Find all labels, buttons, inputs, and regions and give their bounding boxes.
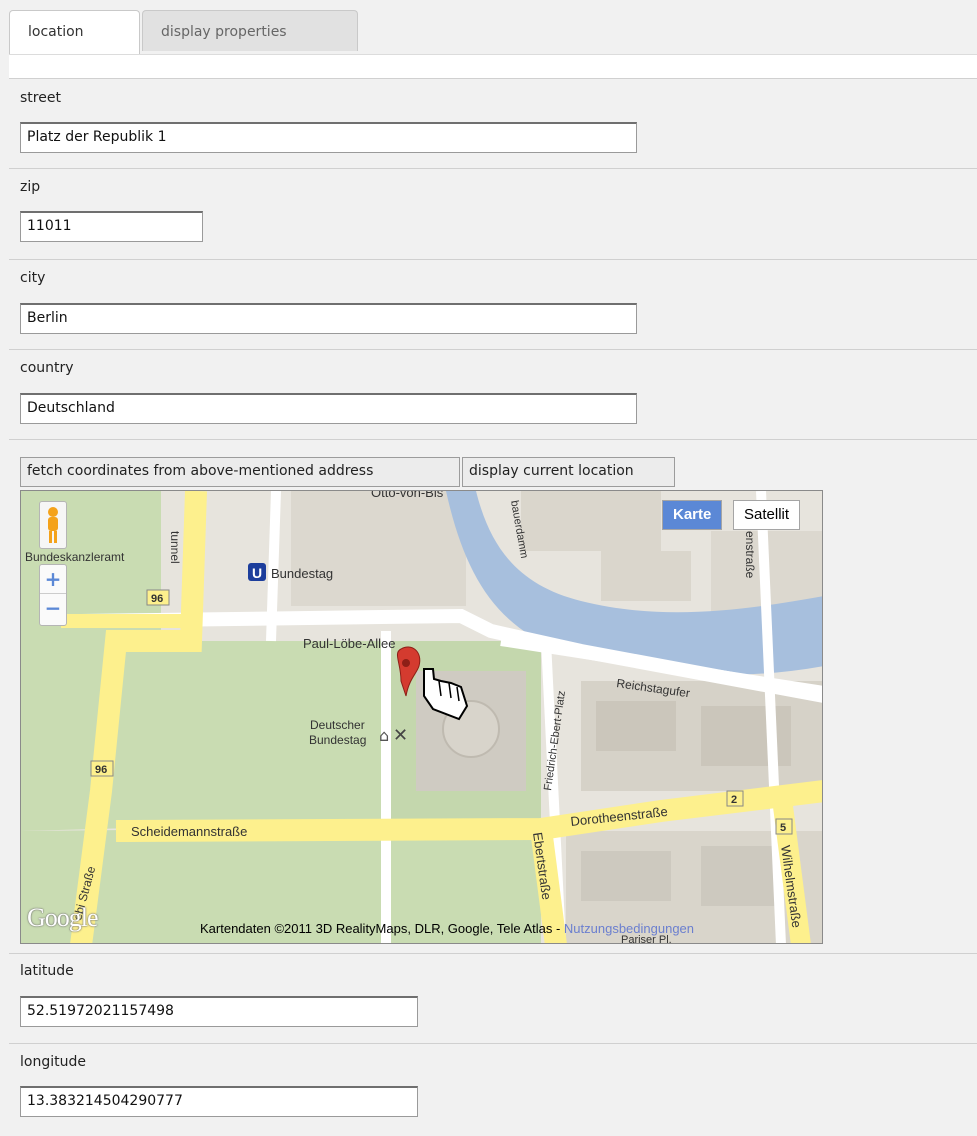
map-attribution: Kartendaten ©2011 3D RealityMaps, DLR, G… — [200, 921, 694, 936]
map-type-karte-button[interactable]: Karte — [662, 500, 723, 530]
street-label: street — [20, 90, 61, 106]
country-field[interactable]: Deutschland — [20, 393, 637, 424]
map-label-bundeskanzleramt: Bundeskanzleramt — [25, 550, 125, 564]
zoom-out-button[interactable]: − — [40, 593, 66, 622]
map-label-bundestag: Bundestag — [309, 733, 366, 747]
tab-bar: location display properties — [9, 8, 977, 55]
latitude-field[interactable]: 52.51972021157498 — [20, 996, 418, 1027]
longitude-label: longitude — [20, 1054, 86, 1070]
fetch-coordinates-button[interactable]: fetch coordinates from above-mentioned a… — [20, 457, 460, 487]
map-label-paul-loebe: Paul-Löbe-Allee — [303, 636, 396, 651]
map-label-road5: 5 — [780, 822, 786, 834]
latitude-label: latitude — [20, 963, 74, 979]
tab-location[interactable]: location — [9, 10, 140, 55]
map-label-otto: Otto-von-Bis — [371, 491, 444, 500]
terms-of-use-link[interactable]: Nutzungsbedingungen — [564, 921, 694, 936]
map-type-satellit-button[interactable]: Satellit — [733, 500, 801, 530]
city-label: city — [20, 270, 46, 286]
map-label-96b: 96 — [95, 764, 107, 776]
map-canvas[interactable]: Otto-von-Bis Bundeskanzleramt U Bundesta… — [21, 491, 823, 944]
monument-icon: ⌂ — [379, 726, 389, 745]
zoom-in-button[interactable]: + — [40, 565, 66, 593]
map-attribution-text: Kartendaten ©2011 3D RealityMaps, DLR, G… — [200, 921, 564, 936]
longitude-field[interactable]: 13.383214504290777 — [20, 1086, 418, 1117]
tab-content-strip — [9, 54, 977, 79]
street-section: street Platz der Republik 1 — [9, 78, 977, 169]
city-section: city Berlin — [9, 260, 977, 350]
tab-display-properties[interactable]: display properties — [142, 10, 358, 51]
street-field[interactable]: Platz der Republik 1 — [20, 122, 637, 153]
map-label-scheidemannstrasse: Scheidemannstraße — [131, 824, 247, 839]
zip-label: zip — [20, 179, 41, 195]
longitude-section: longitude 13.383214504290777 — [9, 1044, 977, 1136]
map-label-enstrasse: enstraße — [743, 531, 757, 579]
ubahn-icon: U — [252, 565, 262, 581]
map-label-deutscher: Deutscher — [310, 718, 365, 732]
country-section: country Deutschland — [9, 350, 977, 440]
map-label-road2: 2 — [731, 794, 737, 806]
latitude-section: latitude 52.51972021157498 — [9, 953, 977, 1044]
zoom-control: + − — [39, 564, 67, 626]
cross-icon: ✕ — [393, 725, 408, 746]
zip-section: zip 11011 — [9, 169, 977, 260]
pegman-streetview-icon[interactable] — [39, 501, 67, 549]
display-current-location-button[interactable]: display current location — [462, 457, 675, 487]
country-label: country — [20, 360, 74, 376]
map-label-bundestag-station: Bundestag — [271, 566, 333, 581]
zip-field[interactable]: 11011 — [20, 211, 203, 242]
map-label-tunnel: tunnel — [168, 531, 182, 564]
city-field[interactable]: Berlin — [20, 303, 637, 334]
map-label-96a: 96 — [151, 593, 163, 605]
google-logo: Google — [27, 903, 99, 932]
map-widget[interactable]: Otto-von-Bis Bundeskanzleramt U Bundesta… — [20, 490, 823, 944]
